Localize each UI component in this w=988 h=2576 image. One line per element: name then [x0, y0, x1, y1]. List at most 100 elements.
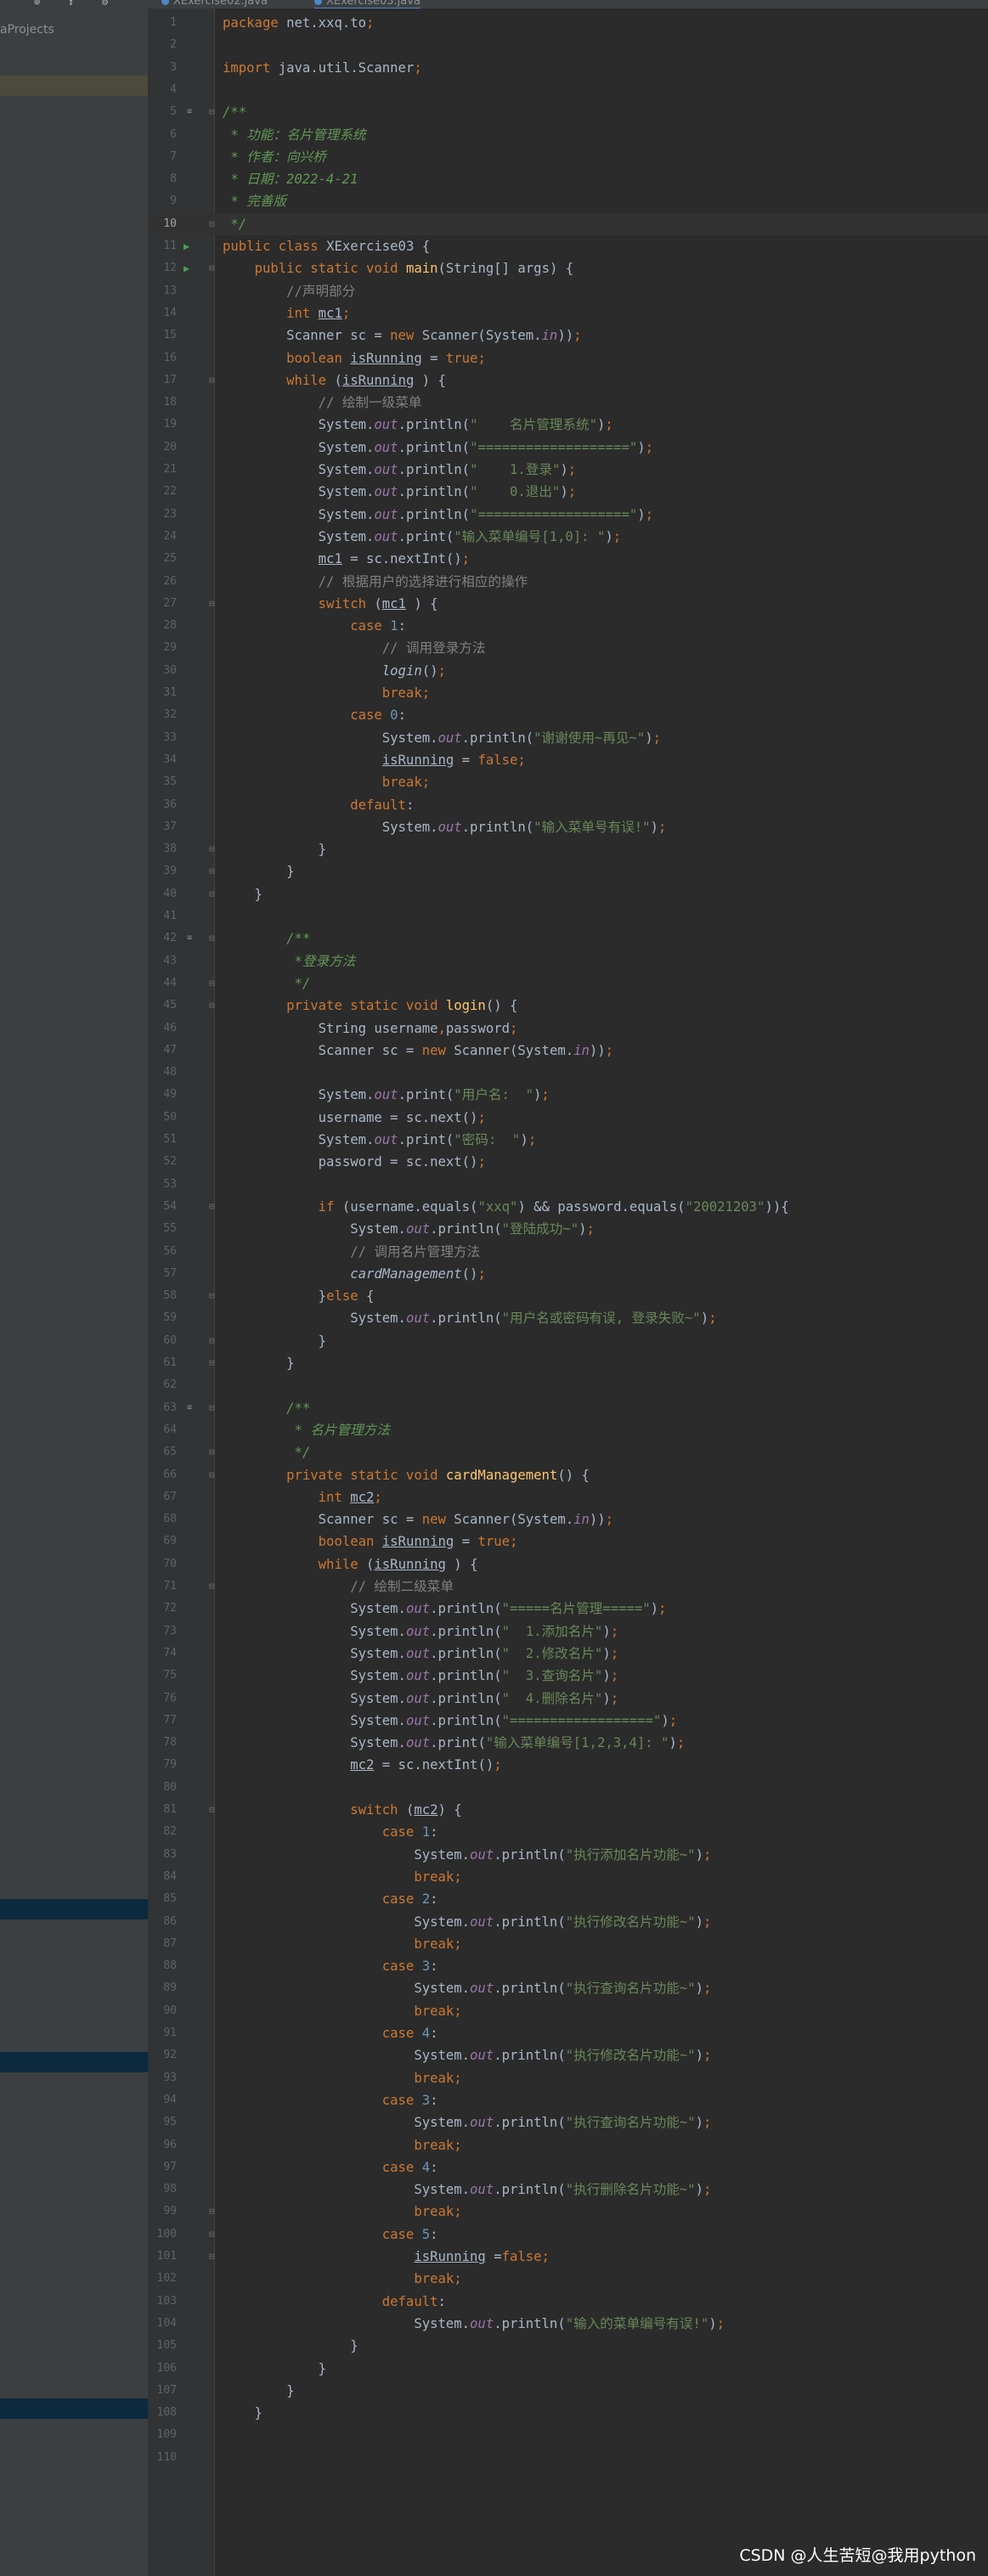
- code-line[interactable]: switch (mc1 ) {: [223, 593, 438, 615]
- code-line[interactable]: password = sc.next();: [223, 1151, 486, 1173]
- doc-render-icon[interactable]: ≡: [187, 927, 192, 950]
- code-line[interactable]: /**: [223, 927, 310, 950]
- fold-icon[interactable]: ⊟: [209, 1196, 215, 1218]
- code-line[interactable]: System.out.println("执行修改名片功能~");: [223, 1911, 711, 1933]
- code-line[interactable]: break;: [223, 1933, 461, 1955]
- code-line[interactable]: break;: [223, 2067, 461, 2089]
- code-line[interactable]: System.out.println("输入菜单号有误!");: [223, 816, 667, 838]
- code-line[interactable]: case 3:: [223, 2089, 438, 2111]
- code-line[interactable]: * 日期：2022-4-21: [223, 168, 358, 190]
- code-line[interactable]: System.out.println(" 名片管理系统");: [223, 414, 613, 436]
- code-line[interactable]: System.out.println("谢谢使用~再见~");: [223, 727, 661, 749]
- code-line[interactable]: if (username.equals("xxq") && password.e…: [223, 1196, 789, 1218]
- code-line[interactable]: System.out.println("执行修改名片功能~");: [223, 2044, 711, 2066]
- code-line[interactable]: cardManagement();: [223, 1263, 486, 1285]
- fold-icon[interactable]: ⊟: [209, 1464, 215, 1486]
- fold-icon[interactable]: ⊟: [209, 1575, 215, 1598]
- code-line[interactable]: case 1:: [223, 615, 406, 637]
- code-line[interactable]: }else {: [223, 1285, 375, 1307]
- code-line[interactable]: login();: [223, 660, 446, 682]
- code-line[interactable]: break;: [223, 771, 430, 793]
- tab-xexercise02[interactable]: XExercise02.java: [161, 0, 268, 8]
- code-line[interactable]: case 5:: [223, 2224, 438, 2246]
- code-line[interactable]: */: [223, 972, 310, 995]
- code-line[interactable]: System.out.println("登陆成功~");: [223, 1218, 595, 1240]
- code-line[interactable]: username = sc.next();: [223, 1107, 486, 1129]
- fold-icon[interactable]: ⊟: [209, 2201, 215, 2223]
- code-line[interactable]: // 调用登录方法: [223, 637, 486, 659]
- code-line[interactable]: // 绘制一级菜单: [223, 392, 422, 414]
- code-line[interactable]: package net.xxq.to;: [223, 12, 374, 34]
- doc-render-icon[interactable]: ≡: [187, 1397, 192, 1419]
- code-line[interactable]: case 2:: [223, 1888, 438, 1910]
- sort-icon[interactable]: ↕: [68, 0, 74, 7]
- code-line[interactable]: System.out.print("输入菜单编号[1,0]: ");: [223, 526, 621, 548]
- code-line[interactable]: System.out.println(" 3.查询名片");: [223, 1665, 618, 1687]
- fold-icon[interactable]: ⊟: [209, 1330, 215, 1352]
- code-line[interactable]: System.out.println("==================="…: [223, 437, 653, 459]
- code-line[interactable]: System.out.println(" 1.登录");: [223, 459, 576, 481]
- code-line[interactable]: case 3:: [223, 1955, 438, 1977]
- code-line[interactable]: }: [223, 2402, 263, 2424]
- code-line[interactable]: break;: [223, 2201, 461, 2223]
- doc-render-icon[interactable]: ≡: [187, 101, 192, 123]
- code-line[interactable]: System.out.println(" 1.添加名片");: [223, 1621, 618, 1643]
- code-line[interactable]: import java.util.Scanner;: [223, 57, 422, 79]
- fold-icon[interactable]: ⊟: [209, 927, 215, 950]
- code-line[interactable]: System.out.println(" 0.退出");: [223, 481, 576, 503]
- code-line[interactable]: mc2 = sc.nextInt();: [223, 1754, 501, 1776]
- code-line[interactable]: }: [223, 2358, 326, 2380]
- code-line[interactable]: break;: [223, 1866, 461, 1888]
- code-line[interactable]: }: [223, 838, 326, 860]
- code-line[interactable]: }: [223, 860, 294, 882]
- code-line[interactable]: private static void login() {: [223, 995, 517, 1017]
- fold-icon[interactable]: ⊟: [209, 972, 215, 995]
- code-line[interactable]: /**: [223, 1397, 310, 1419]
- code-line[interactable]: * 功能：名片管理系统: [223, 124, 365, 146]
- fold-icon[interactable]: ⊟: [209, 1799, 215, 1821]
- fold-icon[interactable]: ⊟: [209, 593, 215, 615]
- code-line[interactable]: System.out.println("=====名片管理=====");: [223, 1598, 666, 1620]
- code-line[interactable]: break;: [223, 682, 430, 704]
- code-line[interactable]: System.out.println("执行添加名片功能~");: [223, 1844, 711, 1866]
- code-line[interactable]: boolean isRunning = true;: [223, 347, 486, 369]
- code-line[interactable]: System.out.println("==================")…: [223, 1710, 677, 1732]
- code-line[interactable]: isRunning = false;: [223, 749, 526, 771]
- code-line[interactable]: System.out.println("==================="…: [223, 504, 653, 526]
- code-line[interactable]: System.out.print("密码: ");: [223, 1129, 537, 1151]
- code-line[interactable]: while (isRunning ) {: [223, 369, 446, 392]
- code-line[interactable]: * 完善版: [223, 190, 286, 212]
- code-line[interactable]: System.out.println("执行查询名片功能~");: [223, 1977, 711, 1999]
- code-line[interactable]: // 根据用户的选择进行相应的操作: [223, 571, 528, 593]
- code-line[interactable]: System.out.print("用户名: ");: [223, 1084, 550, 1106]
- code-line[interactable]: System.out.print("输入菜单编号[1,2,3,4]: ");: [223, 1732, 685, 1754]
- fold-icon[interactable]: ⊟: [209, 1441, 215, 1463]
- code-line[interactable]: System.out.println(" 2.修改名片");: [223, 1643, 618, 1665]
- code-line[interactable]: int mc1;: [223, 302, 350, 324]
- fold-icon[interactable]: ⊟: [209, 101, 215, 123]
- code-line[interactable]: default:: [223, 794, 414, 816]
- fold-icon[interactable]: ⊟: [209, 883, 215, 905]
- code-line[interactable]: //声明部分: [223, 280, 355, 302]
- code-line[interactable]: System.out.println("执行删除名片功能~");: [223, 2179, 711, 2201]
- code-line[interactable]: * 作者：向兴桥: [223, 146, 325, 168]
- fold-icon[interactable]: ⊟: [209, 1352, 215, 1374]
- code-line[interactable]: System.out.println("执行查询名片功能~");: [223, 2111, 711, 2134]
- code-line[interactable]: System.out.println("用户名或密码有误, 登录失败~");: [223, 1307, 716, 1329]
- fold-icon[interactable]: ⊟: [209, 369, 215, 392]
- code-line[interactable]: }: [223, 883, 263, 905]
- fold-icon[interactable]: ⊟: [209, 860, 215, 882]
- fold-icon[interactable]: ⊟: [209, 2224, 215, 2246]
- tab-xexercise03[interactable]: XExercise03.java: [314, 0, 421, 8]
- code-line[interactable]: isRunning =false;: [223, 2246, 550, 2268]
- code-line[interactable]: private static void cardManagement() {: [223, 1464, 590, 1486]
- code-line[interactable]: }: [223, 1330, 326, 1352]
- fold-icon[interactable]: ⊟: [209, 838, 215, 860]
- gear-icon[interactable]: ⚙: [102, 0, 108, 7]
- run-gutter-icon[interactable]: ▶: [183, 235, 189, 257]
- code-line[interactable]: // 调用名片管理方法: [223, 1241, 480, 1263]
- code-line[interactable]: /**: [223, 101, 246, 123]
- code-line[interactable]: Scanner sc = new Scanner(System.in));: [223, 1508, 613, 1530]
- code-line[interactable]: Scanner sc = new Scanner(System.in));: [223, 324, 581, 347]
- tree-selection[interactable]: [0, 76, 148, 96]
